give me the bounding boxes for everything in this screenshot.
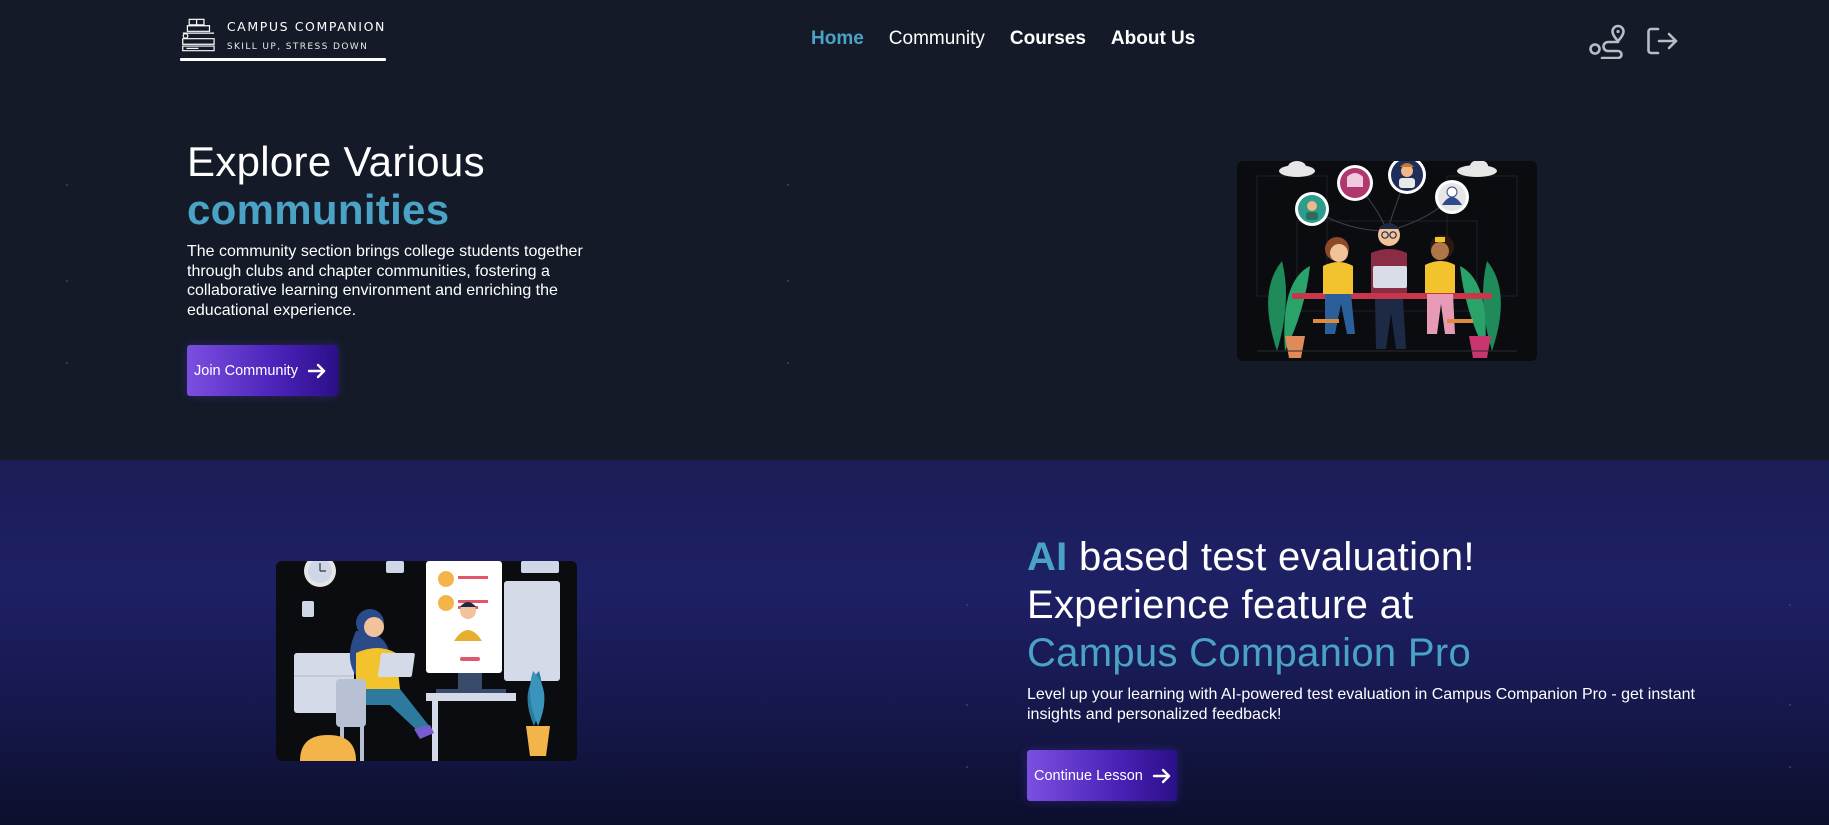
nav-community[interactable]: Community bbox=[889, 28, 985, 50]
pro-title-ai: AI bbox=[1027, 535, 1068, 579]
pro-title-line-1: AI based test evaluation! bbox=[1027, 533, 1475, 581]
section-description: The community section brings college stu… bbox=[187, 243, 583, 319]
bg-dot bbox=[966, 766, 968, 768]
brand-logo[interactable]: CAMPUS COMPANION SKILL UP, STRESS DOWN bbox=[180, 16, 386, 62]
bg-dot bbox=[66, 184, 68, 186]
bg-dot bbox=[787, 184, 789, 186]
pro-title-rest: based test evaluation! bbox=[1079, 535, 1475, 579]
brand-tagline: SKILL UP, STRESS DOWN bbox=[226, 42, 369, 52]
nav-about-us[interactable]: About Us bbox=[1111, 28, 1195, 50]
join-community-label: Join Community bbox=[194, 362, 298, 379]
bg-dot bbox=[966, 604, 968, 606]
pro-title-line-2: Experience feature at bbox=[1027, 583, 1414, 627]
bg-dot bbox=[1789, 604, 1791, 606]
community-illustration bbox=[1237, 161, 1537, 361]
continue-lesson-button[interactable]: Continue Lesson bbox=[1027, 750, 1177, 801]
arrow-right-icon bbox=[1152, 768, 1171, 783]
top-navbar: CAMPUS COMPANION SKILL UP, STRESS DOWN H… bbox=[0, 0, 1829, 82]
continue-lesson-label: Continue Lesson bbox=[1034, 767, 1143, 784]
bg-dot bbox=[66, 280, 68, 282]
bg-dot bbox=[787, 280, 789, 282]
communities-section: Explore Various communities The communit… bbox=[0, 82, 1829, 460]
books-logo-icon bbox=[182, 18, 215, 52]
bg-dot bbox=[1789, 704, 1791, 706]
nav-courses[interactable]: Courses bbox=[1010, 28, 1086, 50]
pro-title-line-3: Campus Companion Pro bbox=[1027, 631, 1471, 675]
route-icon[interactable] bbox=[1587, 22, 1627, 60]
bg-dot bbox=[66, 362, 68, 364]
bg-dot bbox=[787, 362, 789, 364]
section-title: Explore Various bbox=[187, 138, 485, 185]
pro-feature-section: AI based test evaluation! Experience fea… bbox=[0, 460, 1829, 825]
bg-dot bbox=[966, 704, 968, 706]
logo-underline bbox=[180, 58, 386, 61]
nav-home[interactable]: Home bbox=[811, 28, 864, 50]
online-learning-illustration bbox=[276, 561, 577, 761]
join-community-button[interactable]: Join Community bbox=[187, 345, 338, 396]
arrow-right-icon bbox=[307, 363, 326, 378]
bg-dot bbox=[1789, 766, 1791, 768]
pro-description: Level up your learning with AI-powered t… bbox=[1027, 686, 1695, 723]
brand-title: CAMPUS COMPANION bbox=[226, 19, 386, 34]
logout-icon[interactable] bbox=[1642, 22, 1682, 60]
section-title-accent: communities bbox=[187, 186, 450, 233]
main-nav: Home Community Courses About Us bbox=[811, 28, 1195, 50]
